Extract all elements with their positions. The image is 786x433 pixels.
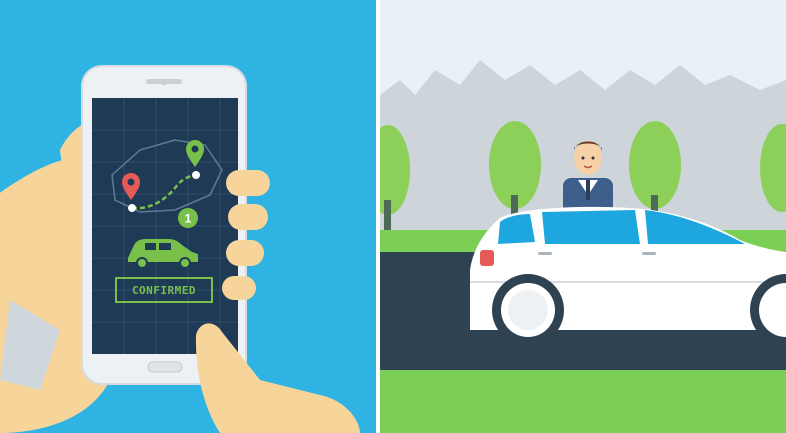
car-panel — [380, 0, 786, 433]
car-scene — [380, 0, 786, 433]
lower-grass — [380, 370, 786, 433]
confirmed-label: CONFIRMED — [132, 284, 196, 297]
home-button — [147, 361, 183, 373]
route-start-dot — [128, 204, 136, 212]
phone-scene: 1 CONFIRMED — [0, 0, 376, 433]
middle-window — [542, 210, 640, 244]
badge-count: 1 — [185, 212, 192, 226]
tail-light — [480, 250, 494, 266]
phone-panel: 1 CONFIRMED — [0, 0, 376, 433]
phone-speaker — [146, 79, 182, 84]
panel-divider — [376, 0, 380, 433]
route-end-dot — [192, 171, 200, 179]
illustration: 1 CONFIRMED — [0, 0, 786, 433]
notification-badge: 1 — [178, 208, 198, 228]
